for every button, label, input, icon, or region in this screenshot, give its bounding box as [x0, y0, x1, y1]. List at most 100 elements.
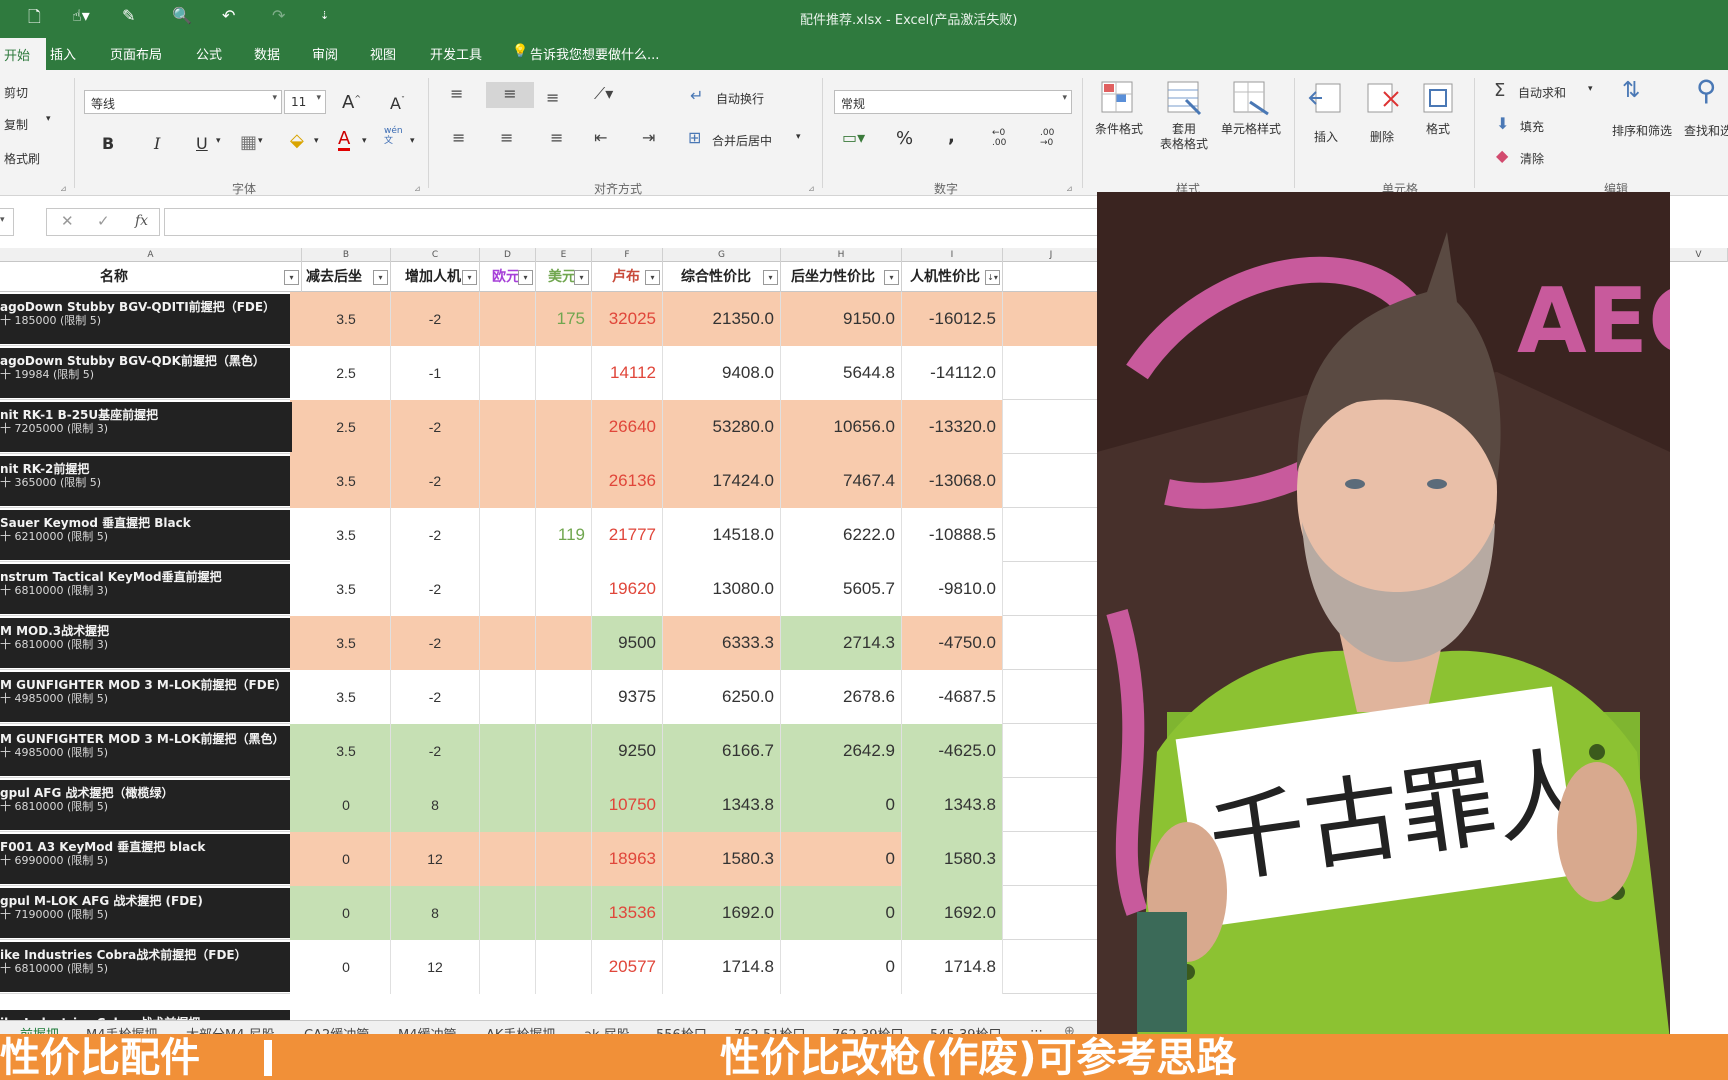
delete-button[interactable]: 删除: [1360, 130, 1404, 145]
spelling-icon[interactable]: ✎: [122, 6, 135, 25]
conditional-format-button[interactable]: 条件格式: [1090, 122, 1148, 137]
euro-cell[interactable]: [480, 508, 536, 562]
font-size-combo[interactable]: 11 ▾: [284, 90, 326, 114]
ergo-cell[interactable]: -2: [391, 724, 480, 778]
recoil-cell[interactable]: 3.5: [302, 724, 391, 778]
sort-filter-button[interactable]: 排序和筛选: [1612, 122, 1672, 139]
formula-input[interactable]: [164, 208, 1104, 236]
align-top-icon[interactable]: ≡: [450, 84, 463, 103]
rub-price-cell[interactable]: 14112: [592, 346, 663, 400]
usd-cell[interactable]: [536, 940, 592, 994]
item-name-cell[interactable]: gpul AFG 战术握把（橄榄绿）十 6810000 (限制 5): [0, 780, 290, 830]
overall-value-cell[interactable]: 1343.8: [663, 778, 781, 832]
col-header-b[interactable]: B: [302, 248, 391, 262]
filter-dropdown-icon[interactable]: ▾: [645, 270, 660, 285]
ergo-cell[interactable]: 8: [391, 886, 480, 940]
overall-value-cell[interactable]: 6333.3: [663, 616, 781, 670]
recoil-cell[interactable]: 3.5: [302, 508, 391, 562]
align-middle-icon[interactable]: ≡: [486, 82, 534, 108]
italic-button[interactable]: I: [154, 134, 160, 153]
wrap-text-button[interactable]: 自动换行: [716, 90, 764, 107]
ergo-value-cell[interactable]: 1692.0: [902, 886, 1003, 940]
comma-button[interactable]: ,: [948, 126, 955, 147]
recoil-value-cell[interactable]: 7467.4: [781, 454, 902, 508]
filter-dropdown-icon[interactable]: ▾: [574, 270, 589, 285]
overall-value-cell[interactable]: 13080.0: [663, 562, 781, 616]
rub-price-cell[interactable]: 20577: [592, 940, 663, 994]
font-color-dropdown-icon[interactable]: ▾: [362, 136, 367, 146]
rub-price-cell[interactable]: 26640: [592, 400, 663, 454]
rub-price-cell[interactable]: 13536: [592, 886, 663, 940]
euro-cell[interactable]: [480, 400, 536, 454]
recoil-cell[interactable]: 0: [302, 886, 391, 940]
font-name-combo[interactable]: 等线 ▾: [84, 90, 282, 114]
ergo-value-cell[interactable]: -13320.0: [902, 400, 1003, 454]
euro-cell[interactable]: [480, 562, 536, 616]
cut-button[interactable]: 剪切: [4, 84, 28, 101]
recoil-cell[interactable]: 0: [302, 940, 391, 994]
format-painter-button[interactable]: 格式刷: [4, 150, 40, 167]
recoil-value-cell[interactable]: 2678.6: [781, 670, 902, 724]
fill-icon[interactable]: ⬇: [1496, 114, 1509, 133]
filter-dropdown-icon[interactable]: ▾: [884, 270, 899, 285]
recoil-cell[interactable]: 3.5: [302, 454, 391, 508]
usd-cell[interactable]: [536, 400, 592, 454]
insert-function-icon[interactable]: fx: [135, 213, 148, 229]
ergo-cell[interactable]: -2: [391, 400, 480, 454]
tab-review[interactable]: 审阅: [312, 44, 338, 63]
table-row[interactable]: nit RK-1 B-25U基座前握把十 7205000 (限制 3) 2.5 -2…: [0, 400, 1100, 454]
autosum-button[interactable]: 自动求和: [1518, 84, 1566, 101]
bold-button[interactable]: B: [102, 134, 114, 153]
recoil-cell[interactable]: 2.5: [302, 400, 391, 454]
format-table-icon[interactable]: [1164, 78, 1204, 118]
ergo-value-cell[interactable]: -16012.5: [902, 292, 1003, 346]
rub-price-cell[interactable]: 9375: [592, 670, 663, 724]
ergo-cell[interactable]: -2: [391, 454, 480, 508]
recoil-value-cell[interactable]: 0: [781, 832, 902, 886]
col-header-c[interactable]: C: [391, 248, 480, 262]
euro-cell[interactable]: [480, 454, 536, 508]
table-row[interactable]: agoDown Stubby BGV-QDK前握把（黑色）十 19984 (限制…: [0, 346, 1100, 400]
decrease-decimal-button[interactable]: .00 →0: [1040, 128, 1054, 148]
number-launcher-icon[interactable]: ⊿: [1066, 184, 1073, 193]
accounting-format-icon[interactable]: ▭▾: [842, 128, 865, 147]
overall-value-cell[interactable]: 17424.0: [663, 454, 781, 508]
col-header-a[interactable]: A: [0, 248, 302, 262]
align-right-icon[interactable]: ≡: [550, 128, 563, 147]
underline-dropdown-icon[interactable]: ▾: [216, 136, 221, 146]
enter-icon[interactable]: ✓: [97, 212, 110, 230]
recoil-cell[interactable]: 0: [302, 832, 391, 886]
ergo-cell[interactable]: -2: [391, 670, 480, 724]
item-name-cell[interactable]: gpul M-LOK AFG 战术握把 (FDE) 十 7190000 (限制 5…: [0, 888, 290, 938]
phonetic-dropdown-icon[interactable]: ▾: [410, 136, 415, 146]
recoil-value-cell[interactable]: 10656.0: [781, 400, 902, 454]
col-header-j[interactable]: J: [1003, 248, 1100, 262]
euro-cell[interactable]: [480, 886, 536, 940]
usd-cell[interactable]: [536, 616, 592, 670]
euro-cell[interactable]: [480, 670, 536, 724]
rub-price-cell[interactable]: 32025: [592, 292, 663, 346]
find-icon[interactable]: ⚲: [1696, 74, 1717, 107]
overall-value-cell[interactable]: 6166.7: [663, 724, 781, 778]
tab-insert[interactable]: 插入: [50, 44, 76, 63]
overall-value-cell[interactable]: 1692.0: [663, 886, 781, 940]
table-row[interactable]: F001 A3 KeyMod 垂直握把 black 十 6990000 (限制 5…: [0, 832, 1100, 886]
col-header-f[interactable]: F: [592, 248, 663, 262]
usd-cell[interactable]: [536, 562, 592, 616]
decrease-indent-icon[interactable]: ⇤: [594, 128, 607, 147]
col-header-v[interactable]: V: [1670, 248, 1728, 262]
shrink-font-icon[interactable]: Aˇ: [390, 94, 405, 113]
ergo-value-cell[interactable]: 1714.8: [902, 940, 1003, 994]
item-name-cell[interactable]: M MOD.3战术握把十 6810000 (限制 3): [0, 618, 290, 668]
item-name-cell[interactable]: nstrum Tactical KeyMod垂直前握把十 6810000 (限制…: [0, 564, 290, 614]
table-row[interactable]: ike Industries Cobra战术前握把（FDE）十 6810000 …: [0, 940, 1100, 994]
tab-data[interactable]: 数据: [254, 44, 280, 63]
usd-cell[interactable]: 175: [536, 292, 592, 346]
col-header-e[interactable]: E: [536, 248, 592, 262]
print-preview-icon[interactable]: 🔍: [172, 6, 192, 25]
orientation-icon[interactable]: ⟋▾: [594, 84, 613, 104]
undo-icon[interactable]: ↶: [222, 6, 235, 25]
euro-cell[interactable]: [480, 346, 536, 400]
ergo-cell[interactable]: 12: [391, 832, 480, 886]
copy-button[interactable]: 复制: [4, 116, 28, 133]
